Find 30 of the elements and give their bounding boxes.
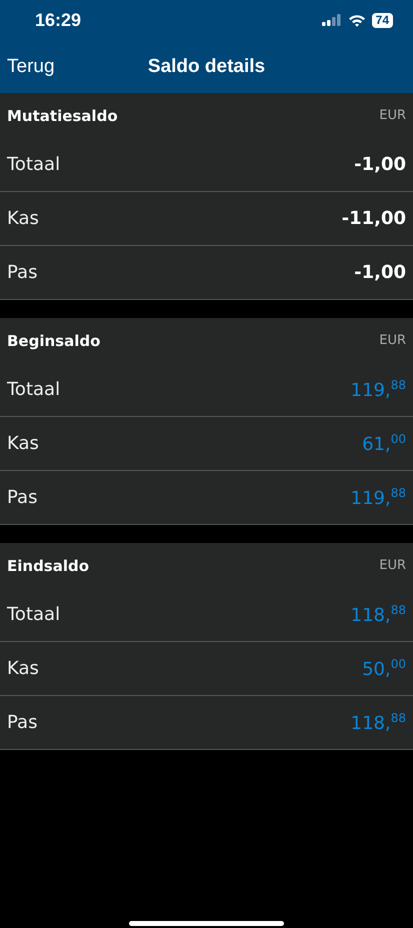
amount: 119,$^{88}$ [350, 378, 406, 401]
section-title: Eindsaldo [7, 556, 90, 574]
row-label: Totaal [7, 154, 60, 175]
row-label: Pas [7, 712, 38, 733]
status-time: 16:29 [35, 10, 82, 30]
section-title: Beginsaldo [7, 332, 100, 350]
back-link[interactable]: Terug [7, 56, 55, 78]
currency-label: EUR [379, 108, 406, 123]
amount: -1,00 [354, 154, 406, 175]
row-label: Kas [7, 433, 39, 454]
screen-title: Saldo details [148, 56, 266, 78]
signal-icon [322, 14, 342, 26]
battery-indicator: 74 [372, 12, 393, 28]
currency-label: EUR [379, 333, 406, 348]
row-label: Pas [7, 487, 38, 508]
section-title: Mutatiesaldo [7, 106, 118, 124]
amount: 118,$^{88}$ [350, 603, 406, 626]
row-label: Kas [7, 658, 39, 679]
amount: -1,00 [354, 262, 406, 283]
amount: 61,$^{00}$ [362, 432, 406, 455]
amount: -11,00 [342, 208, 406, 229]
row-label: Kas [7, 208, 39, 229]
row-label: Pas [7, 262, 38, 283]
amount: 50,$^{00}$ [362, 657, 406, 680]
wifi-icon [348, 14, 366, 26]
row-label: Totaal [7, 604, 60, 625]
amount: 118,$^{88}$ [350, 711, 406, 734]
amount: 119,$^{88}$ [350, 486, 406, 509]
row-label: Totaal [7, 379, 60, 400]
currency-label: EUR [379, 558, 406, 573]
